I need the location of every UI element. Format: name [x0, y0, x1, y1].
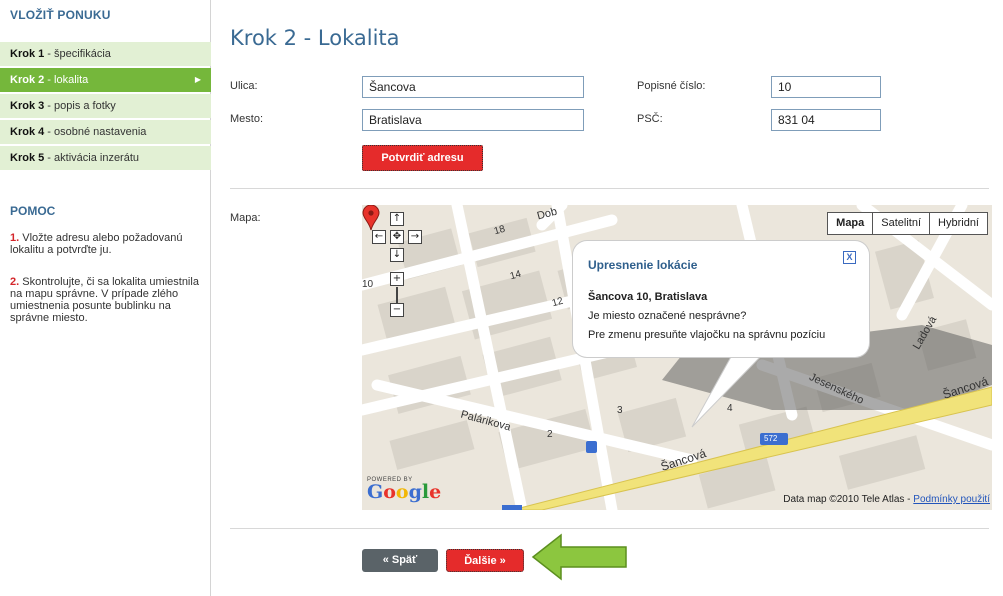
map-number: 3 — [617, 405, 623, 416]
pan-left-button[interactable]: ← — [372, 230, 386, 244]
map-marker-icon[interactable] — [362, 205, 380, 231]
map[interactable]: Dob 16 18 14 12 10 2 3 4 10 Palárikova Š… — [362, 205, 992, 510]
next-button[interactable]: Ďalšie » — [446, 549, 524, 572]
step-1[interactable]: Krok 1 - špecifikácia — [0, 42, 211, 66]
google-wordmark: Google — [367, 481, 442, 503]
number-label: Popisné číslo: — [637, 80, 706, 92]
help-item-1: 1. Vložte adresu alebo požadovanú lokali… — [10, 232, 183, 256]
map-number: 2 — [547, 429, 553, 440]
zoom-in-button[interactable]: + — [390, 272, 404, 286]
zip-input[interactable] — [771, 109, 881, 131]
map-type-switcher: Mapa Satelitní Hybridní — [827, 212, 988, 235]
street-label: Ulica: — [230, 80, 258, 92]
map-label: Mapa: — [230, 212, 261, 224]
back-button[interactable]: « Späť — [362, 549, 438, 572]
bubble-title: Upresnenie lokácie — [588, 258, 698, 272]
step-3[interactable]: Krok 3 - popis a fotky — [0, 94, 211, 118]
map-type-satellite[interactable]: Satelitní — [872, 212, 931, 235]
terms-link[interactable]: Podmínky použití — [913, 494, 990, 505]
arrow-left-icon — [531, 533, 627, 581]
pan-right-button[interactable]: → — [408, 230, 422, 244]
step-2-active[interactable]: Krok 2 - lokalita ▶ — [0, 68, 211, 92]
city-label: Mesto: — [230, 113, 264, 125]
bubble-address: Šancova 10, Bratislava — [588, 291, 708, 303]
map-type-map[interactable]: Mapa — [827, 212, 874, 235]
step-4[interactable]: Krok 4 - osobné nastavenia — [0, 120, 211, 144]
house-number-input[interactable] — [771, 76, 881, 98]
step-5[interactable]: Krok 5 - aktivácia inzerátu — [0, 146, 211, 170]
step-list: Krok 1 - špecifikácia Krok 2 - lokalita ▶… — [0, 42, 211, 172]
street-input[interactable] — [362, 76, 584, 98]
page-title: Krok 2 - Lokalita — [230, 26, 400, 50]
help-title: POMOC — [10, 204, 56, 218]
bubble-question: Je miesto označené nesprávne? — [588, 310, 747, 322]
pan-up-button[interactable]: ↑ — [390, 212, 404, 226]
divider — [230, 188, 989, 189]
sidebar-title: VLOŽIŤ PONUKU — [10, 8, 111, 22]
google-logo[interactable]: POWERED BY Google — [367, 477, 442, 503]
bubble-instruction: Pre zmenu presuňte vlajočku na správnu p… — [588, 329, 826, 341]
zoom-out-button[interactable]: − — [390, 303, 404, 317]
route-badge-572: 572 — [764, 434, 778, 443]
close-icon[interactable]: X — [843, 251, 856, 264]
divider — [230, 528, 989, 529]
map-type-hybrid[interactable]: Hybridní — [929, 212, 988, 235]
sidebar: VLOŽIŤ PONUKU Krok 1 - špecifikácia Krok… — [0, 0, 211, 596]
map-attribution: Data map ©2010 Tele Atlas - Podmínky pou… — [783, 494, 990, 505]
map-number: 4 — [727, 403, 733, 414]
help-item-2: 2. Skontrolujte, či sa lokalita umiestni… — [10, 276, 199, 324]
arrow-right-icon: ▶ — [194, 75, 201, 84]
pan-center-button[interactable]: ✥ — [390, 230, 404, 244]
confirm-address-button[interactable]: Potvrdiť adresu — [362, 145, 483, 171]
zoom-slider-track[interactable] — [396, 287, 398, 304]
city-input[interactable] — [362, 109, 584, 131]
info-bubble[interactable]: Upresnenie lokácie X Šancova 10, Bratisl… — [573, 241, 869, 357]
map-number: 10 — [362, 279, 374, 290]
zip-label: PSČ: — [637, 113, 663, 125]
pan-down-button[interactable]: ↓ — [390, 248, 404, 262]
